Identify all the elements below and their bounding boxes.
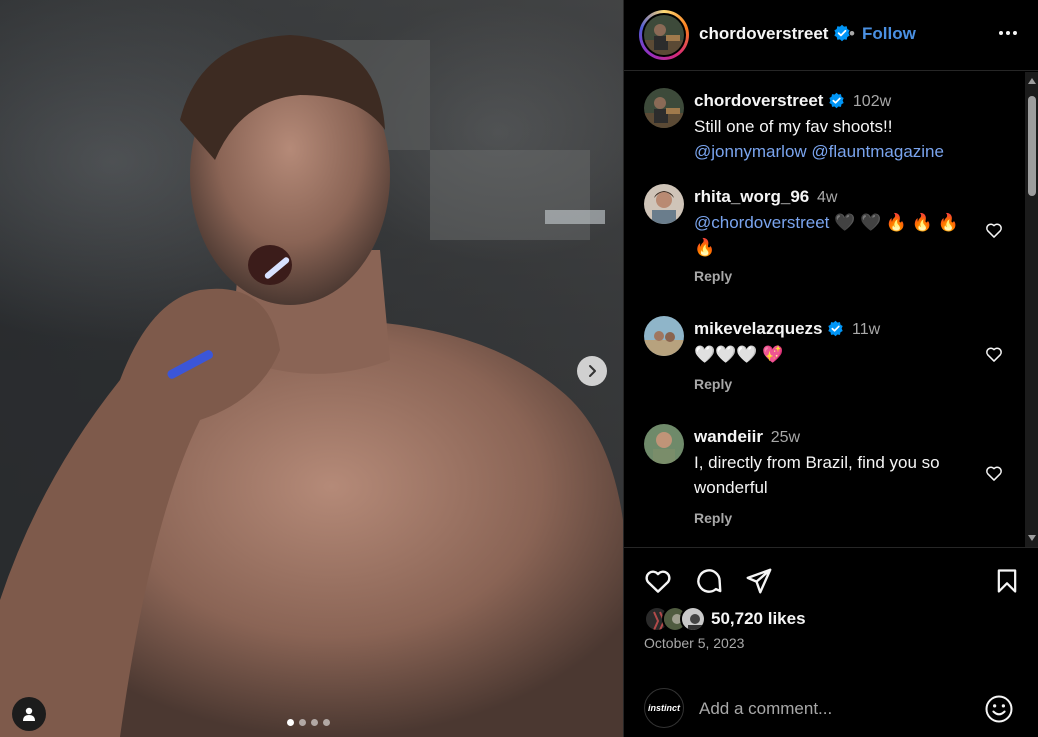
current-user-avatar-logo: instinct bbox=[647, 703, 680, 713]
carousel-dot bbox=[323, 719, 330, 726]
post-header: chordoverstreet • Follow bbox=[624, 0, 1038, 71]
liker-avatars bbox=[644, 606, 708, 632]
caption-text: Still one of my fav shoots!! bbox=[694, 117, 893, 136]
comment-time[interactable]: 102w bbox=[853, 93, 891, 110]
post-media[interactable] bbox=[0, 0, 623, 737]
commenter-avatar[interactable] bbox=[644, 184, 684, 224]
comment-text: 🤍🤍🤍 💖 bbox=[694, 345, 784, 364]
comment-item: rhita_worg_96 4w @chordoverstreet 🖤 🖤 🔥 … bbox=[624, 184, 1024, 284]
comment-icon[interactable] bbox=[694, 566, 724, 596]
liker-avatar bbox=[680, 606, 706, 632]
comments-list[interactable]: chordoverstreet 102w Still one of my fav… bbox=[624, 72, 1024, 547]
like-comment-heart-icon[interactable] bbox=[984, 220, 1004, 240]
chevron-right-icon bbox=[589, 365, 596, 377]
comments-scrollbar[interactable] bbox=[1025, 72, 1038, 547]
author-username-text: chordoverstreet bbox=[699, 24, 829, 43]
comment-username[interactable]: chordoverstreet bbox=[694, 91, 823, 110]
post-photo bbox=[0, 0, 623, 737]
carousel-indicator bbox=[287, 719, 330, 726]
post-side-panel: chordoverstreet • Follow chordoverstreet… bbox=[623, 0, 1038, 737]
carousel-dot bbox=[287, 719, 294, 726]
reply-button[interactable]: Reply bbox=[694, 510, 732, 526]
comment-item: wandeiir 25w I, directly from Brazil, fi… bbox=[624, 424, 1024, 534]
likes-summary[interactable]: 50,720 likes bbox=[644, 606, 806, 632]
likes-count[interactable]: 50,720 likes bbox=[711, 609, 806, 629]
reply-button[interactable]: Reply bbox=[694, 376, 732, 392]
add-comment-bar: instinct bbox=[624, 683, 1038, 737]
comment-mention[interactable]: @chordoverstreet bbox=[694, 213, 829, 232]
caption-author-avatar[interactable] bbox=[644, 88, 684, 128]
caption-mentions[interactable]: @jonnymarlow @flauntmagazine bbox=[694, 142, 944, 161]
current-user-avatar: instinct bbox=[644, 688, 684, 728]
verified-badge-icon bbox=[828, 320, 843, 337]
comment-time[interactable]: 11w bbox=[852, 321, 880, 338]
comment-item: mikevelazquezs 11w 🤍🤍🤍 💖 Reply bbox=[624, 316, 1024, 406]
post-actions bbox=[624, 560, 1038, 600]
carousel-dot bbox=[299, 719, 306, 726]
more-options-icon[interactable] bbox=[997, 22, 1019, 44]
emoji-picker-icon[interactable] bbox=[984, 694, 1014, 724]
reply-button[interactable]: Reply bbox=[694, 268, 732, 284]
comment-time[interactable]: 4w bbox=[817, 189, 837, 206]
comment-time[interactable]: 25w bbox=[771, 429, 800, 446]
commenter-avatar[interactable] bbox=[644, 316, 684, 356]
avatar-image bbox=[644, 15, 684, 55]
scroll-down-arrow-icon[interactable] bbox=[1028, 535, 1036, 541]
post-caption: chordoverstreet 102w Still one of my fav… bbox=[624, 88, 1024, 168]
like-comment-heart-icon[interactable] bbox=[984, 344, 1004, 364]
verified-badge-icon bbox=[829, 92, 844, 109]
scroll-up-arrow-icon[interactable] bbox=[1028, 78, 1036, 84]
like-heart-icon[interactable] bbox=[643, 566, 673, 596]
tagged-users-button[interactable] bbox=[12, 697, 46, 731]
scrollbar-thumb[interactable] bbox=[1028, 96, 1036, 196]
author-avatar[interactable] bbox=[639, 10, 689, 60]
comment-username[interactable]: wandeiir bbox=[694, 427, 763, 446]
comment-text: I, directly from Brazil, find you so won… bbox=[694, 453, 940, 497]
follow-button[interactable]: Follow bbox=[862, 24, 916, 44]
save-bookmark-icon[interactable] bbox=[993, 566, 1021, 596]
comment-username[interactable]: mikevelazquezs bbox=[694, 319, 823, 338]
next-media-button[interactable] bbox=[577, 356, 607, 386]
header-separator: • bbox=[849, 24, 855, 43]
post-date[interactable]: October 5, 2023 bbox=[644, 635, 744, 651]
user-icon bbox=[23, 707, 35, 721]
share-send-icon[interactable] bbox=[744, 566, 774, 596]
commenter-avatar[interactable] bbox=[644, 424, 684, 464]
like-comment-heart-icon[interactable] bbox=[984, 463, 1004, 483]
add-comment-input[interactable] bbox=[699, 696, 969, 722]
author-username[interactable]: chordoverstreet bbox=[699, 24, 851, 44]
section-divider bbox=[624, 547, 1038, 548]
carousel-dot bbox=[311, 719, 318, 726]
comment-username[interactable]: rhita_worg_96 bbox=[694, 187, 809, 206]
